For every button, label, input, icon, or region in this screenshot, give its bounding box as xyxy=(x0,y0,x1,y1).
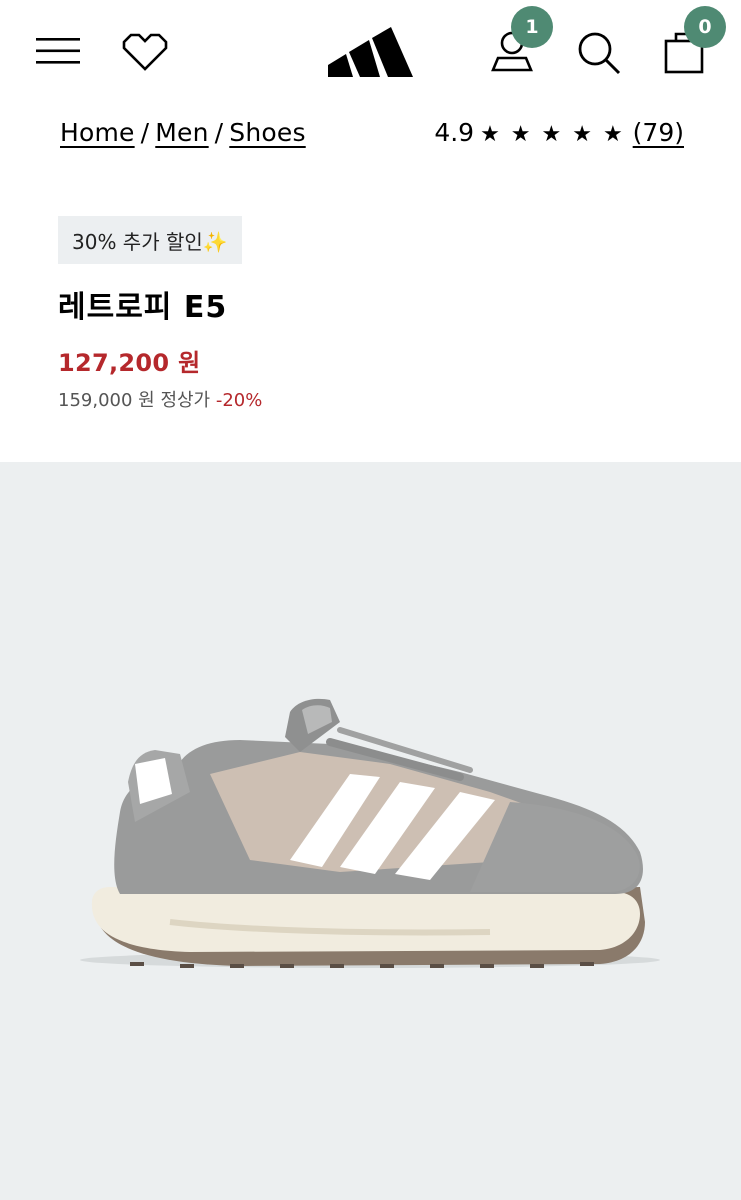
original-price-row: 159,000 원 정상가 -20% xyxy=(58,386,262,412)
breadcrumb: Home / Men / Shoes xyxy=(60,118,306,147)
breadcrumb-shoes[interactable]: Shoes xyxy=(229,118,305,147)
promo-badge: 30% 추가 할인✨ xyxy=(58,216,242,264)
sale-price: 127,200 원 xyxy=(58,349,201,377)
product-title: 레트로피 E5 xyxy=(58,290,228,325)
rating-summary: 4.9 ★ ★ ★ ★ ★ (79) xyxy=(434,118,684,147)
rating-score: 4.9 xyxy=(434,118,475,147)
adidas-logo[interactable] xyxy=(328,22,414,78)
heart-icon[interactable] xyxy=(120,32,170,72)
account-badge: 1 xyxy=(511,6,553,48)
review-count-link[interactable]: (79) xyxy=(633,118,684,147)
original-price: 159,000 원 정상가 xyxy=(58,390,211,411)
bag-badge: 0 xyxy=(684,6,726,48)
discount-percent: -20% xyxy=(215,390,263,411)
search-icon[interactable] xyxy=(576,30,622,76)
product-gallery[interactable] xyxy=(0,462,741,1200)
product-image-shoe[interactable] xyxy=(40,682,660,976)
breadcrumb-separator: / xyxy=(140,118,150,147)
breadcrumb-home[interactable]: Home xyxy=(60,118,135,147)
hamburger-menu-icon[interactable] xyxy=(36,38,80,64)
top-header: 1 0 xyxy=(0,0,741,100)
breadcrumb-separator: / xyxy=(214,118,224,147)
breadcrumb-men[interactable]: Men xyxy=(155,118,208,147)
rating-stars: ★ ★ ★ ★ ★ xyxy=(480,122,625,147)
